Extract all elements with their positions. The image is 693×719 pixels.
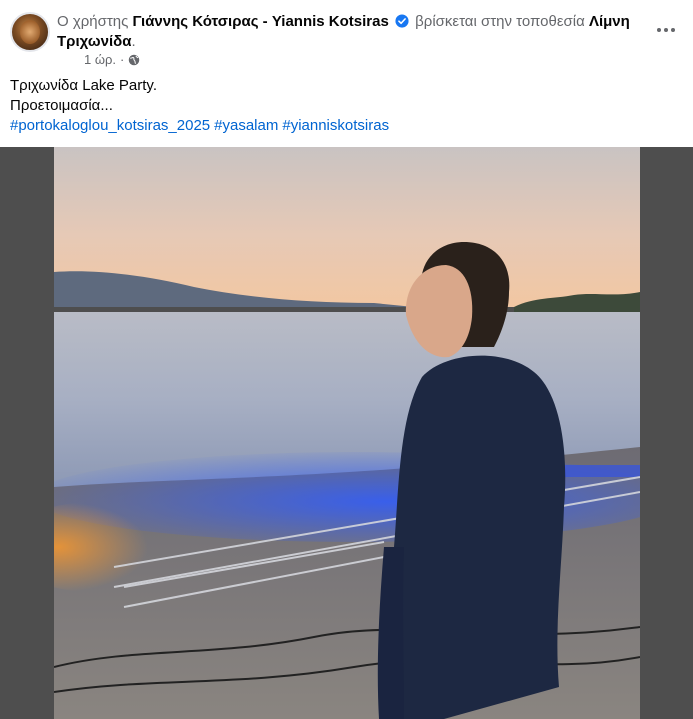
post-meta: 1 ώρ. · (84, 52, 140, 67)
author-avatar[interactable] (10, 12, 50, 52)
post-timestamp[interactable]: 1 ώρ. (84, 52, 116, 67)
more-options-button[interactable] (652, 18, 680, 42)
header-prefix: Ο χρήστης (57, 13, 133, 30)
post-text-line-1: Τριχωνίδα Lake Party. (10, 77, 157, 94)
verified-badge-icon (395, 14, 409, 28)
post-header: Ο χρήστης Γιάννης Κότσιρας - Yiannis Kot… (0, 0, 693, 72)
header-suffix: . (131, 33, 136, 50)
more-options-icon (657, 28, 661, 32)
post-photo[interactable] (54, 147, 640, 719)
post-media[interactable] (0, 147, 693, 719)
lake-photo-image (54, 147, 640, 719)
hashtag-link[interactable]: #portokaloglou_kotsiras_2025 (10, 117, 210, 134)
hashtag-list: #portokaloglou_kotsiras_2025 #yasalam #yia… (10, 116, 680, 136)
post-header-text: Ο χρήστης Γιάννης Κότσιρας - Yiannis Kot… (57, 12, 647, 52)
meta-separator: · (120, 52, 125, 67)
globe-icon[interactable] (128, 54, 140, 66)
hashtag-link[interactable]: #yasalam (214, 117, 278, 134)
post-text-line-2: Προετοιμασία... (10, 97, 113, 114)
hashtag-link[interactable]: #yianniskotsiras (282, 117, 389, 134)
post-body: Τριχωνίδα Lake Party. Προετοιμασία... #p… (10, 76, 680, 136)
author-name-link[interactable]: Γιάννης Κότσιρας - Yiannis Kotsiras (133, 13, 389, 30)
location-prefix: βρίσκεται στην τοποθεσία (410, 13, 589, 30)
